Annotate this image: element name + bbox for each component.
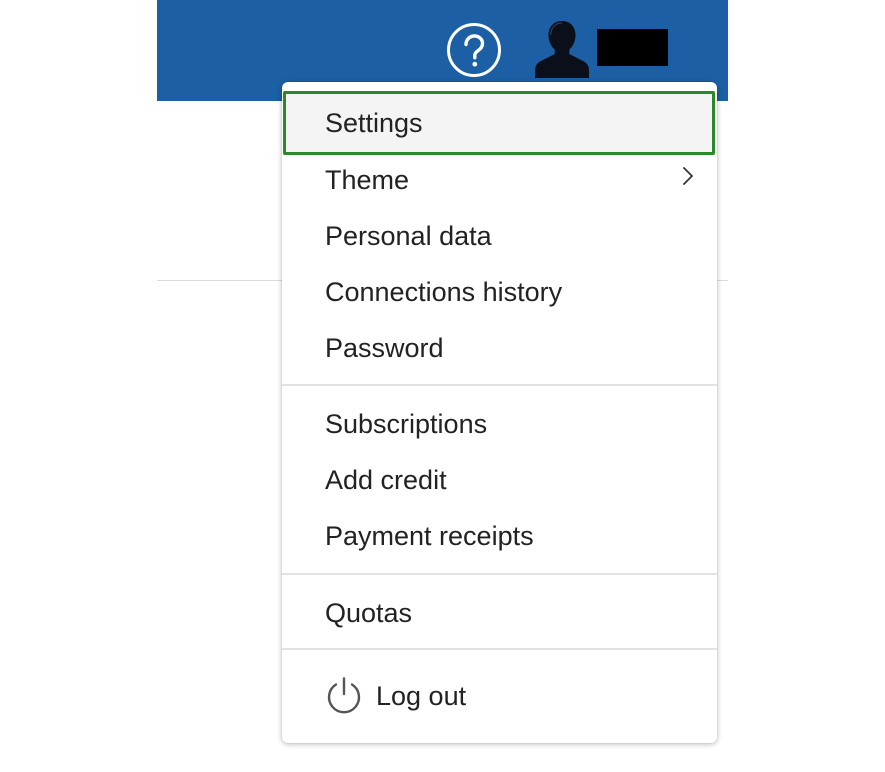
username-label[interactable] [597,29,668,66]
user-dropdown-menu: Settings Theme Personal data Connections… [282,82,717,743]
menu-item-password[interactable]: Password [282,320,717,376]
menu-item-subscriptions[interactable]: Subscriptions [282,396,717,452]
menu-item-add-credit[interactable]: Add credit [282,452,717,508]
menu-item-label: Add credit [325,464,447,495]
menu-item-connections-history[interactable]: Connections history [282,264,717,320]
menu-item-label: Theme [325,164,410,195]
menu-item-label: Subscriptions [325,408,488,439]
menu-separator [282,573,717,575]
menu-item-personal-data[interactable]: Personal data [282,208,717,264]
menu-item-payment-receipts[interactable]: Payment receipts [282,508,717,564]
help-button[interactable] [446,22,502,78]
menu-item-label: Payment receipts [325,520,534,551]
menu-item-theme[interactable]: Theme [282,152,717,208]
power-icon [327,677,361,714]
chevron-right-icon [683,167,693,185]
menu-item-label: Log out [376,680,467,711]
menu-separator [282,384,717,386]
menu-item-label: Connections history [325,276,563,307]
menu-item-quotas[interactable]: Quotas [282,585,717,641]
user-silhouette-icon [535,21,589,78]
menu-item-label: Password [325,332,444,363]
avatar[interactable] [533,17,591,79]
menu-item-settings[interactable]: Settings [283,91,715,155]
menu-item-label: Personal data [325,220,492,251]
menu-separator [282,648,717,650]
menu-item-log-out[interactable]: Log out [282,666,717,726]
menu-item-label: Settings [325,107,423,138]
menu-item-label: Quotas [325,597,413,628]
help-circle-icon [447,23,501,77]
